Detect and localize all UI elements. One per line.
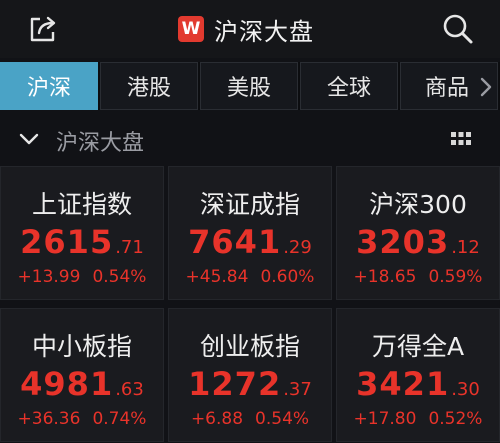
change-value: +45.84 xyxy=(185,267,249,287)
tab-label: 美股 xyxy=(226,76,271,101)
page-title: 沪深大盘 xyxy=(214,17,314,46)
section-header: 沪深大盘 xyxy=(0,118,500,160)
chevron-down-icon[interactable] xyxy=(18,128,40,150)
change-percent: 0.74% xyxy=(92,409,147,429)
tab-label: 全球 xyxy=(326,76,371,101)
price-integer: 1272 xyxy=(188,365,282,403)
change-percent: 0.59% xyxy=(428,267,483,287)
index-name: 上证指数 xyxy=(31,190,132,219)
change-percent: 0.60% xyxy=(260,267,315,287)
chevron-right-icon[interactable] xyxy=(479,76,493,98)
index-card-chinext[interactable]: 创业板指 1272.37 +6.88 0.54% xyxy=(168,308,332,442)
share-icon[interactable] xyxy=(26,12,60,46)
index-change: +13.99 0.54% xyxy=(1,267,163,287)
index-change: +36.36 0.74% xyxy=(1,409,163,429)
price-integer: 2615 xyxy=(20,223,114,261)
tab-label: 港股 xyxy=(126,76,171,101)
search-icon[interactable] xyxy=(440,11,476,47)
tab-label: 商品 xyxy=(425,76,470,101)
change-value: +17.80 xyxy=(353,409,417,429)
tab-global[interactable]: 全球 xyxy=(300,62,398,110)
index-change: +45.84 0.60% xyxy=(169,267,331,287)
index-cards: 上证指数 2615.71 +13.99 0.54% 深证成指 7641.29 +4… xyxy=(0,166,500,443)
index-price: 1272.37 xyxy=(169,365,331,403)
price-decimal: .37 xyxy=(283,379,312,400)
top-bar: W 沪深大盘 xyxy=(0,0,500,58)
tab-hong-kong[interactable]: 港股 xyxy=(100,62,198,110)
price-decimal: .63 xyxy=(115,379,144,400)
price-decimal: .12 xyxy=(451,237,480,258)
change-value: +18.65 xyxy=(353,267,417,287)
index-price: 7641.29 xyxy=(169,223,331,261)
brand-logo-text: W xyxy=(181,19,201,39)
index-name: 万得全A xyxy=(371,332,465,361)
price-decimal: .29 xyxy=(283,237,312,258)
index-change: +17.80 0.52% xyxy=(337,409,499,429)
tab-us-stocks[interactable]: 美股 xyxy=(200,62,298,110)
index-card-wind-all-a[interactable]: 万得全A 3421.30 +17.80 0.52% xyxy=(336,308,500,442)
index-card-sse[interactable]: 上证指数 2615.71 +13.99 0.54% xyxy=(0,166,164,300)
tab-commodities[interactable]: 商品 xyxy=(400,62,498,110)
index-change: +18.65 0.59% xyxy=(337,267,499,287)
index-card-szse-component[interactable]: 深证成指 7641.29 +45.84 0.60% xyxy=(168,166,332,300)
change-percent: 0.54% xyxy=(255,409,310,429)
index-price: 3421.30 xyxy=(337,365,499,403)
change-value: +13.99 xyxy=(17,267,81,287)
section-title: 沪深大盘 xyxy=(56,131,145,156)
grid-icon[interactable] xyxy=(450,130,472,148)
index-change: +6.88 0.54% xyxy=(169,409,331,429)
index-name: 沪深300 xyxy=(369,190,467,219)
change-value: +6.88 xyxy=(190,409,244,429)
change-percent: 0.52% xyxy=(428,409,483,429)
tab-shanghai-shenzhen[interactable]: 沪深 xyxy=(0,62,98,110)
change-value: +36.36 xyxy=(17,409,81,429)
title-area: W 沪深大盘 xyxy=(178,14,314,46)
index-card-sme[interactable]: 中小板指 4981.63 +36.36 0.74% xyxy=(0,308,164,442)
change-percent: 0.54% xyxy=(92,267,147,287)
index-card-csi300[interactable]: 沪深300 3203.12 +18.65 0.59% xyxy=(336,166,500,300)
brand-logo: W xyxy=(178,16,204,42)
app-root: W 沪深大盘 沪深 港股 美股 全球 商品 沪深大盘 上证指数 2615 .71… xyxy=(0,0,500,443)
index-name: 创业板指 xyxy=(199,332,300,361)
price-integer: 4981 xyxy=(20,365,114,403)
market-tabs: 沪深 港股 美股 全球 商品 xyxy=(0,62,500,110)
index-name: 中小板指 xyxy=(31,332,132,361)
price-decimal: .30 xyxy=(451,379,480,400)
tab-label: 沪深 xyxy=(26,76,71,101)
price-integer: 7641 xyxy=(188,223,282,261)
index-price: 3203.12 xyxy=(337,223,499,261)
price-integer: 3421 xyxy=(356,365,450,403)
index-name: 深证成指 xyxy=(199,190,300,219)
price-integer: 3203 xyxy=(356,223,450,261)
index-price: 2615.71 xyxy=(1,223,163,261)
index-price: 4981.63 xyxy=(1,365,163,403)
price-decimal: .71 xyxy=(115,237,144,258)
